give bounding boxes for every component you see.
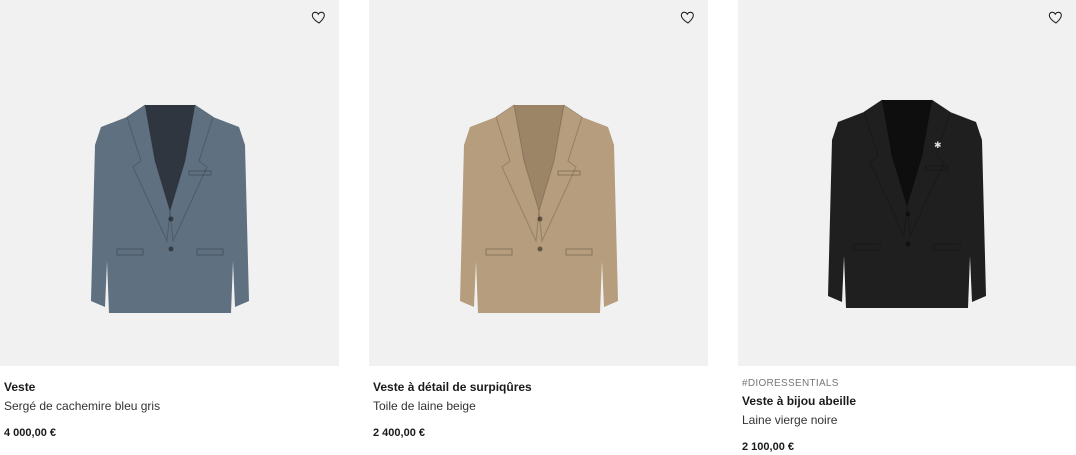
product-title[interactable]: Veste [4,380,339,394]
product-image[interactable] [0,0,339,366]
product-info: #DIORESSENTIALS Veste à bijou abeille La… [738,378,1076,454]
jacket-image: ✱ [828,99,986,308]
product-grid: Veste Sergé de cachemire bleu gris 4 000… [0,0,1076,455]
product-card[interactable]: ✱ #DIORESSENTIALS Veste à bijou abeille … [738,0,1076,454]
product-title[interactable]: Veste à détail de surpiqûres [373,380,708,394]
product-price: 2 100,00 € [742,441,794,453]
product-price: 2 400,00 € [373,427,425,439]
product-price: 4 000,00 € [4,427,56,439]
product-subtitle: Sergé de cachemire bleu gris [4,399,161,413]
wishlist-heart-icon[interactable] [1048,9,1064,25]
product-info: Veste Sergé de cachemire bleu gris 4 000… [0,380,339,440]
product-card[interactable]: Veste à détail de surpiqûres Toile de la… [369,0,708,440]
wishlist-heart-icon[interactable] [680,9,696,25]
product-title[interactable]: Veste à bijou abeille [742,394,1076,408]
product-subtitle: Laine vierge noire [742,413,838,427]
bee-pin-icon: ✱ [934,141,942,151]
jacket-image [90,104,249,313]
product-subtitle: Toile de laine beige [373,399,476,413]
product-image[interactable]: ✱ [738,0,1076,366]
product-image[interactable] [369,0,708,366]
jacket-image [459,104,618,313]
collection-tag[interactable]: #DIORESSENTIALS [742,378,1076,390]
product-info: Veste à détail de surpiqûres Toile de la… [369,380,708,440]
product-card[interactable]: Veste Sergé de cachemire bleu gris 4 000… [0,0,339,440]
wishlist-heart-icon[interactable] [311,9,327,25]
